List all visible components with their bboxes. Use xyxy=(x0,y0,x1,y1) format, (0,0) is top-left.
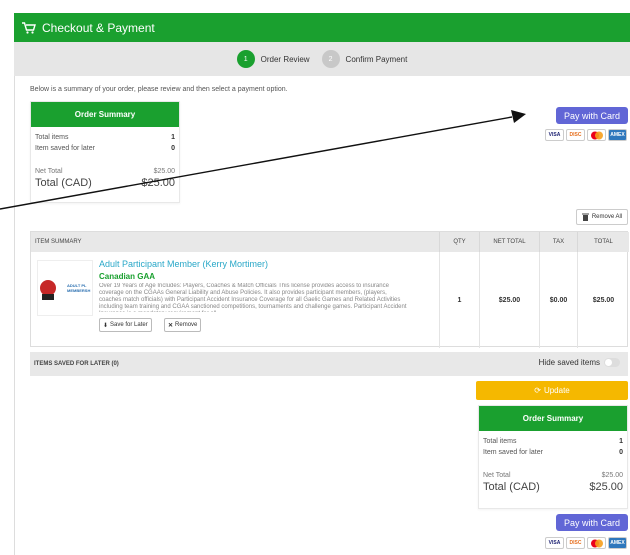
col-total: TOTAL xyxy=(577,232,629,252)
item-thumbnail: ADULT PL MEMBERSH xyxy=(37,260,93,316)
col-item-summary: ITEM SUMMARY xyxy=(31,232,439,252)
col-tax: TAX xyxy=(539,232,577,252)
close-icon: ✕ xyxy=(168,322,174,329)
accepted-cards-bottom: VISA DISC AMEX xyxy=(545,537,627,549)
mastercard-icon xyxy=(587,537,606,549)
update-button[interactable]: ⟳ Update xyxy=(476,381,628,400)
col-qty: QTY xyxy=(439,232,479,252)
pay-with-card-button-bottom[interactable]: Pay with Card xyxy=(556,514,628,531)
remove-item-button[interactable]: ✕ Remove xyxy=(164,318,202,332)
item-net-total: $25.00 xyxy=(479,252,539,348)
item-qty: 1 xyxy=(439,252,479,348)
remove-all-button[interactable]: Remove All xyxy=(576,209,628,225)
item-organization: Canadian GAA xyxy=(99,272,156,281)
trash-icon xyxy=(581,213,589,221)
col-net-total: NET TOTAL xyxy=(479,232,539,252)
order-summary-bottom: Order Summary Total items 1 Item saved f… xyxy=(478,405,628,509)
download-icon: ⬇ xyxy=(103,322,109,329)
hide-saved-toggle[interactable]: Hide saved items xyxy=(539,358,620,367)
summary-grand-total: Total (CAD) $25.00 xyxy=(483,481,623,493)
summary-net-total: Net Total $25.00 xyxy=(483,472,623,479)
item-tax: $0.00 xyxy=(539,252,577,348)
order-summary-title: Order Summary xyxy=(479,406,627,431)
item-description: Over 19 Years of Age Includes: Players, … xyxy=(99,283,407,312)
toggle-switch[interactable] xyxy=(604,358,620,367)
saved-for-later-bar: ITEMS SAVED FOR LATER (0) Hide saved ite… xyxy=(30,352,628,376)
summary-saved-items: Item saved for later 0 xyxy=(483,449,623,456)
discover-icon: DISC xyxy=(566,537,585,549)
save-for-later-button[interactable]: ⬇ Save for Later xyxy=(99,318,152,332)
summary-total-items: Total items 1 xyxy=(483,438,623,445)
amex-icon: AMEX xyxy=(608,537,627,549)
svg-text:MEMBERSH: MEMBERSH xyxy=(67,288,90,293)
visa-icon: VISA xyxy=(545,537,564,549)
item-total: $25.00 xyxy=(577,252,629,348)
cart-item-table: ITEM SUMMARY QTY NET TOTAL TAX TOTAL ADU… xyxy=(30,231,629,348)
item-title[interactable]: Adult Participant Member (Kerry Mortimer… xyxy=(99,259,268,269)
refresh-icon: ⟳ xyxy=(534,386,541,395)
